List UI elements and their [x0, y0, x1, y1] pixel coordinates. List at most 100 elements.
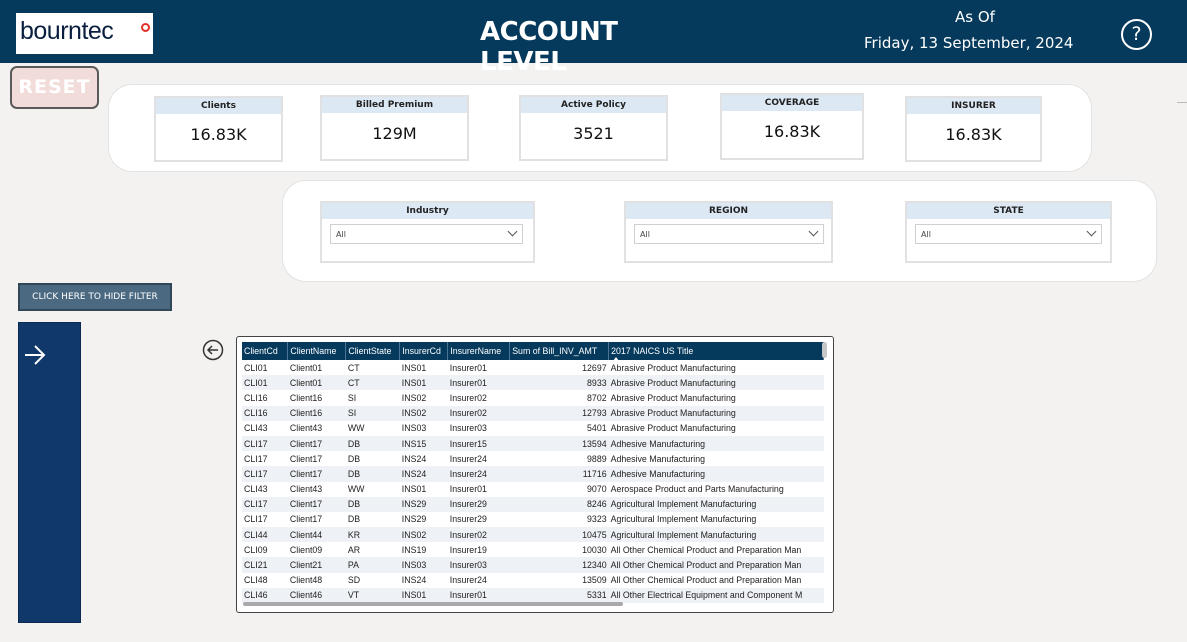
- column-header[interactable]: Sum of Bill_INV_AMT: [509, 342, 610, 360]
- column-header[interactable]: ClientName: [287, 342, 347, 360]
- table-cell: CLI44: [242, 527, 288, 543]
- table-cell: Client01: [287, 375, 346, 391]
- reset-button[interactable]: RESET: [10, 66, 99, 109]
- slicer-label: REGION: [626, 203, 831, 219]
- table-cell: INS03: [399, 420, 448, 436]
- table-cell: Insurer24: [447, 572, 510, 588]
- kpi-card-billed-premium: Billed Premium 129M: [320, 95, 469, 161]
- chevron-down-icon: [507, 226, 518, 237]
- state-dropdown[interactable]: All: [915, 224, 1102, 244]
- table-cell: Client43: [287, 481, 346, 497]
- table-cell: 8246: [509, 496, 609, 512]
- table-cell: 11716: [509, 466, 609, 482]
- table-row[interactable]: CLI17 Client17 DB INS15 Insurer15 13594 Adhesi…: [242, 435, 824, 452]
- hide-filter-button[interactable]: CLICK HERE TO HIDE FILTER: [18, 283, 172, 311]
- as-of-label: As Of: [955, 8, 995, 26]
- table-cell: Client17: [287, 466, 346, 482]
- slicer-label: Industry: [322, 203, 533, 219]
- table-row[interactable]: CLI17 Client17 DB INS24 Insurer24 9889 Adhesiv…: [242, 451, 824, 467]
- table-cell: 13509: [509, 572, 609, 588]
- kpi-value: 16.83K: [945, 125, 1002, 144]
- table-cell: INS15: [399, 435, 448, 452]
- bourntec-logo: bourntec: [16, 13, 153, 54]
- table-row[interactable]: CLI17 Client17 DB INS24 Insurer24 11716 Adhesi…: [242, 466, 824, 482]
- table-cell: WW: [345, 420, 400, 436]
- table-cell: INS01: [399, 375, 448, 391]
- table-cell: Adhesive Manufacturing: [608, 466, 824, 482]
- table-row[interactable]: CLI43 Client43 WW INS01 Insurer01 9070 Aerospa…: [242, 481, 824, 497]
- table-cell: Adhesive Manufacturing: [608, 435, 824, 452]
- table-row[interactable]: CLI46 Client46 VT INS01 Insurer01 5331 All Oth…: [242, 587, 824, 603]
- table-cell: Insurer03: [447, 557, 510, 573]
- table-cell: INS29: [399, 511, 448, 528]
- arrow-right-icon[interactable]: [23, 343, 47, 367]
- table-cell: Agricultural Implement Manufacturing: [608, 496, 824, 512]
- kpi-card-active-policy: Active Policy 3521: [519, 95, 668, 161]
- kpi-label: COVERAGE: [722, 95, 862, 111]
- edge-divider: [1177, 102, 1187, 103]
- table-cell: CT: [345, 360, 400, 376]
- table-row[interactable]: CLI17 Client17 DB INS29 Insurer29 9323 Agricul…: [242, 511, 824, 528]
- table-cell: CLI43: [242, 481, 288, 497]
- table-cell: CLI21: [242, 557, 288, 573]
- kpi-card-coverage: COVERAGE 16.83K: [720, 93, 864, 160]
- table-cell: 12793: [509, 405, 609, 421]
- table-cell: Adhesive Manufacturing: [608, 451, 824, 467]
- table-cell: Insurer24: [447, 466, 510, 482]
- table-row[interactable]: CLI48 Client48 SD INS24 Insurer24 13509 All Ot…: [242, 572, 824, 588]
- table-row[interactable]: CLI43 Client43 WW INS03 Insurer03 5401 Abrasiv…: [242, 420, 824, 436]
- arrow-left-circle-icon[interactable]: [202, 339, 224, 361]
- column-header-naics[interactable]: 2017 NAICS US Title: [608, 342, 824, 361]
- table-cell: INS01: [399, 360, 448, 376]
- table-cell: All Other Chemical Product and Preparati…: [608, 557, 824, 573]
- kpi-card-insurer: INSURER 16.83K: [905, 96, 1042, 162]
- table-cell: INS02: [399, 405, 448, 421]
- table-cell: DB: [345, 435, 400, 452]
- kpi-panel: Clients 16.83K Billed Premium 129M Activ…: [108, 84, 1092, 172]
- table-header-row: ClientCd ClientName ClientState InsurerC…: [242, 342, 824, 361]
- kpi-value: 129M: [372, 124, 417, 143]
- kpi-value: 16.83K: [763, 122, 821, 141]
- table-body: CLI01 Client01 CT INS01 Insurer01 12697 Abrasi…: [242, 360, 824, 603]
- column-header[interactable]: ClientState: [345, 342, 401, 360]
- data-table: ClientCd ClientName ClientState InsurerC…: [242, 342, 824, 603]
- table-row[interactable]: CLI09 Client09 AR INS19 Insurer19 10030 All Ot…: [242, 542, 824, 558]
- table-cell: Abrasive Product Manufacturing: [608, 405, 824, 421]
- table-cell: Client17: [287, 496, 346, 512]
- table-cell: Insurer01: [447, 587, 510, 603]
- table-cell: Insurer02: [447, 527, 510, 543]
- table-cell: Abrasive Product Manufacturing: [608, 360, 824, 376]
- table-cell: Client17: [287, 435, 346, 452]
- table-row[interactable]: CLI01 Client01 CT INS01 Insurer01 12697 Abrasi…: [242, 360, 824, 376]
- vertical-scrollbar[interactable]: [822, 342, 827, 358]
- table-row[interactable]: CLI16 Client16 SI INS02 Insurer02 12793 Abrasi…: [242, 405, 824, 421]
- table-cell: INS24: [399, 572, 448, 588]
- table-row[interactable]: CLI21 Client21 PA INS03 Insurer03 12340 All Ot…: [242, 557, 824, 573]
- column-header[interactable]: InsurerName: [447, 342, 511, 360]
- question-circle-icon[interactable]: ?: [1121, 19, 1152, 50]
- region-dropdown[interactable]: All: [634, 224, 824, 244]
- table-cell: KR: [345, 527, 400, 543]
- table-cell: WW: [345, 481, 400, 497]
- table-cell: DB: [345, 466, 400, 482]
- table-cell: 9889: [509, 451, 609, 467]
- table-row[interactable]: CLI17 Client17 DB INS29 Insurer29 8246 Agricul…: [242, 496, 824, 512]
- table-cell: SI: [345, 405, 400, 421]
- table-cell: SD: [345, 572, 400, 588]
- industry-slicer: Industry All: [320, 201, 535, 263]
- table-row[interactable]: CLI16 Client16 SI INS02 Insurer02 8702 Abrasiv…: [242, 390, 824, 406]
- table-cell: 12340: [509, 557, 609, 573]
- table-row[interactable]: CLI01 Client01 CT INS01 Insurer01 8933 Abrasiv…: [242, 375, 824, 391]
- industry-dropdown[interactable]: All: [330, 224, 523, 244]
- table-row[interactable]: CLI44 Client44 KR INS02 Insurer02 10475 Agricu…: [242, 527, 824, 543]
- horizontal-scrollbar[interactable]: [243, 602, 623, 606]
- table-cell: 13594: [509, 435, 609, 452]
- column-header[interactable]: ClientCd: [242, 342, 289, 360]
- column-header[interactable]: InsurerCd: [399, 342, 449, 360]
- table-cell: CLI46: [242, 587, 288, 603]
- table-cell: Client09: [287, 542, 346, 558]
- table-cell: CLI43: [242, 420, 288, 436]
- table-cell: All Other Electrical Equipment and Compo…: [608, 587, 824, 603]
- table-cell: Aerospace Product and Parts Manufacturin…: [608, 481, 824, 497]
- table-cell: 10475: [509, 527, 609, 543]
